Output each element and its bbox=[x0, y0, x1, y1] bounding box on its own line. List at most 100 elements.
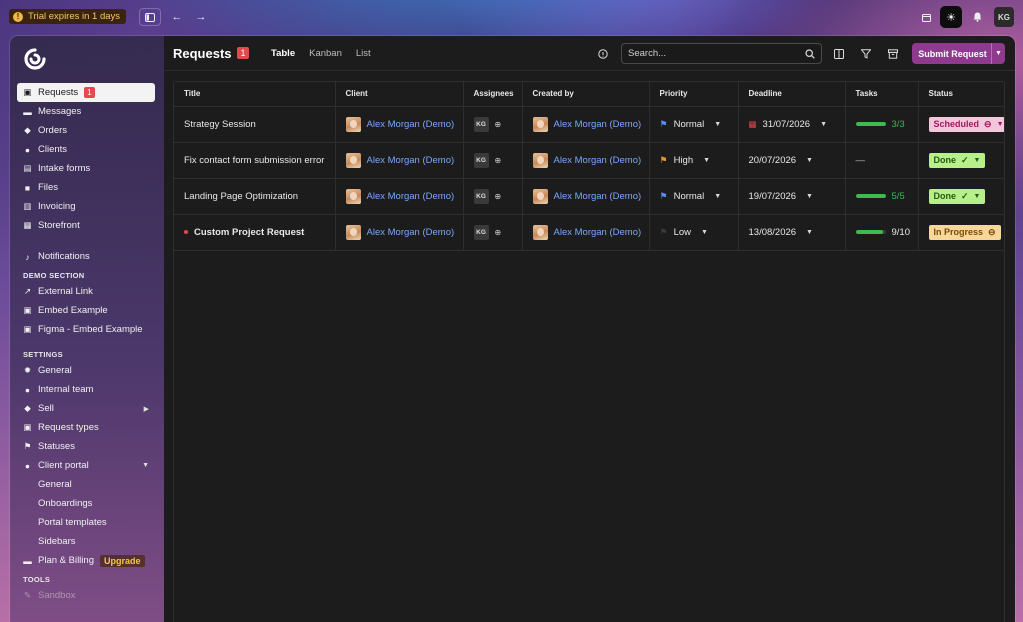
sidebar-subitem-onboardings[interactable]: Onboardings bbox=[17, 494, 155, 513]
deadline-cell[interactable]: 13/08/2026 ▼ bbox=[738, 214, 846, 251]
sidebar-item-statuses[interactable]: ⚑ Statuses bbox=[17, 437, 155, 456]
tab-kanban[interactable]: Kanban bbox=[309, 48, 342, 59]
priority-cell[interactable]: ⚑ High ▼ bbox=[649, 142, 739, 179]
deadline-cell[interactable]: 19/07/2026 ▼ bbox=[738, 178, 846, 215]
assignee-avatar[interactable]: KG bbox=[473, 152, 489, 168]
sidebar-item-external-link[interactable]: ↗ External Link bbox=[17, 282, 155, 301]
sidebar-item-client-portal[interactable]: ● Client portal ▼ bbox=[17, 456, 155, 475]
sidebar-item-messages[interactable]: ▬ Messages bbox=[17, 102, 155, 121]
sidebar-subitem-sidebars[interactable]: Sidebars bbox=[17, 532, 155, 551]
sidebar-subitem-portal-templates[interactable]: Portal templates bbox=[17, 513, 155, 532]
toggle-sidebar-button[interactable] bbox=[139, 8, 161, 26]
add-assignee-icon[interactable]: ⊕ bbox=[495, 192, 502, 201]
sidebar-item-requests[interactable]: ▣ Requests 1 bbox=[17, 83, 155, 102]
column-header-tasks[interactable]: Tasks bbox=[845, 82, 919, 107]
add-assignee-icon[interactable]: ⊕ bbox=[495, 228, 502, 237]
priority-flag-icon: ⚑ bbox=[659, 226, 668, 237]
deadline-cell[interactable]: ▦ 31/07/2026 ▼ bbox=[738, 106, 846, 143]
add-assignee-icon[interactable]: ⊕ bbox=[495, 156, 502, 165]
client-name[interactable]: Alex Morgan (Demo) bbox=[367, 119, 455, 130]
request-title[interactable]: Fix contact form submission error bbox=[174, 142, 336, 179]
submit-request-button[interactable]: Submit Request ▼ bbox=[912, 43, 1005, 64]
columns-button[interactable] bbox=[832, 47, 846, 61]
sidebar-item-invoicing[interactable]: ▥ Invoicing bbox=[17, 197, 155, 216]
sidebar-item-request-types[interactable]: ▣ Request types bbox=[17, 418, 155, 437]
sidebar-item-sell[interactable]: ◆ Sell ▶ bbox=[17, 399, 155, 418]
sidebar-item-figma-embed[interactable]: ▣ Figma - Embed Example bbox=[17, 320, 155, 339]
sidebar-item-plan-billing[interactable]: ▬ Plan & Billing Upgrade bbox=[17, 551, 155, 570]
status-badge[interactable]: In Progress ⊖ bbox=[928, 224, 1001, 240]
tab-table[interactable]: Table bbox=[271, 48, 295, 59]
table-row[interactable]: Fix contact form submission error Alex M… bbox=[174, 142, 1004, 179]
sidebar-item-sandbox[interactable]: ✎ Sandbox bbox=[17, 586, 155, 605]
client-name[interactable]: Alex Morgan (Demo) bbox=[367, 191, 455, 202]
client-name[interactable]: Alex Morgan (Demo) bbox=[367, 227, 455, 238]
status-cell[interactable]: Scheduled ⊖ ▼ bbox=[918, 106, 1004, 143]
column-header-status[interactable]: Status bbox=[918, 82, 1004, 107]
column-header-deadline[interactable]: Deadline bbox=[738, 82, 846, 107]
creator-name[interactable]: Alex Morgan (Demo) bbox=[554, 155, 642, 166]
notifications-button[interactable] bbox=[967, 7, 987, 27]
assignee-avatar[interactable]: KG bbox=[473, 188, 489, 204]
status-cell[interactable]: In Progress ⊖ bbox=[918, 214, 1004, 251]
priority-label: Normal bbox=[673, 190, 705, 202]
upgrade-badge[interactable]: Upgrade bbox=[99, 554, 145, 567]
help-button[interactable] bbox=[596, 47, 610, 61]
status-cell[interactable]: Done ✓ ▼ bbox=[918, 178, 1004, 215]
request-title[interactable]: Strategy Session bbox=[174, 106, 336, 143]
sidebar-item-clients[interactable]: ● Clients bbox=[17, 140, 155, 159]
sidebar-item-label: Invoicing bbox=[38, 201, 76, 212]
theme-toggle-button[interactable]: ☀ bbox=[940, 6, 962, 28]
sidebar-item-embed-example[interactable]: ▣ Embed Example bbox=[17, 301, 155, 320]
creator-name[interactable]: Alex Morgan (Demo) bbox=[554, 191, 642, 202]
table-row[interactable]: Strategy Session Alex Morgan (Demo) KG ⊕ … bbox=[174, 106, 1004, 143]
bell-icon: ♪ bbox=[25, 251, 30, 262]
chevron-down-icon: ▼ bbox=[703, 156, 711, 164]
created-by-cell: Alex Morgan (Demo) bbox=[522, 214, 650, 251]
column-header-title[interactable]: Title bbox=[174, 82, 336, 107]
add-assignee-icon[interactable]: ⊕ bbox=[495, 120, 502, 129]
column-header-client[interactable]: Client bbox=[335, 82, 464, 107]
status-badge[interactable]: Done ✓ ▼ bbox=[928, 188, 986, 204]
creator-name[interactable]: Alex Morgan (Demo) bbox=[554, 227, 642, 238]
deadline-cell[interactable]: 20/07/2026 ▼ bbox=[738, 142, 846, 179]
request-title[interactable]: Custom Project Request bbox=[194, 227, 304, 238]
assignee-avatar[interactable]: KG bbox=[473, 224, 489, 240]
sidebar-item-files[interactable]: ■ Files bbox=[17, 178, 155, 197]
calendar-button[interactable] bbox=[916, 7, 936, 27]
back-button[interactable]: ← bbox=[166, 8, 188, 26]
creator-name[interactable]: Alex Morgan (Demo) bbox=[554, 119, 642, 130]
sidebar-item-storefront[interactable]: ▦ Storefront bbox=[17, 216, 155, 235]
table-row[interactable]: Landing Page Optimization Alex Morgan (D… bbox=[174, 178, 1004, 215]
table-row[interactable]: Custom Project Request Alex Morgan (Demo… bbox=[174, 214, 1004, 251]
client-name[interactable]: Alex Morgan (Demo) bbox=[367, 155, 455, 166]
app-logo[interactable] bbox=[24, 48, 46, 70]
status-badge[interactable]: Done ✓ ▼ bbox=[928, 152, 986, 168]
tab-list[interactable]: List bbox=[356, 48, 371, 59]
sidebar-item-notifications[interactable]: ♪ Notifications bbox=[17, 247, 155, 266]
sidebar-item-internal-team[interactable]: ● Internal team bbox=[17, 380, 155, 399]
priority-cell[interactable]: ⚑ Normal ▼ bbox=[649, 178, 739, 215]
column-header-priority[interactable]: Priority bbox=[649, 82, 739, 107]
user-avatar[interactable]: KG bbox=[994, 7, 1014, 27]
priority-cell[interactable]: ⚑ Normal ▼ bbox=[649, 106, 739, 143]
priority-cell[interactable]: ⚑ Low ▼ bbox=[649, 214, 739, 251]
chevron-down-icon[interactable]: ▼ bbox=[991, 43, 1005, 64]
request-title-cell[interactable]: Custom Project Request bbox=[174, 214, 336, 251]
status-badge[interactable]: Scheduled ⊖ ▼ bbox=[928, 116, 1004, 132]
column-header-created-by[interactable]: Created by bbox=[522, 82, 650, 107]
archive-button[interactable] bbox=[886, 47, 900, 61]
forward-button[interactable]: → bbox=[190, 8, 212, 26]
column-header-assignees[interactable]: Assignees bbox=[463, 82, 523, 107]
request-title[interactable]: Landing Page Optimization bbox=[174, 178, 336, 215]
table-header-row: Title Client Assignees Created by Priori… bbox=[174, 82, 1004, 107]
search-input[interactable]: Search... bbox=[621, 43, 822, 64]
assignee-avatar[interactable]: KG bbox=[473, 116, 489, 132]
sidebar-item-general[interactable]: ✹ General bbox=[17, 361, 155, 380]
status-cell[interactable]: Done ✓ ▼ bbox=[918, 142, 1004, 179]
sidebar-item-intake-forms[interactable]: ▤ Intake forms bbox=[17, 159, 155, 178]
trial-banner[interactable]: ! Trial expires in 1 days bbox=[9, 9, 127, 24]
sidebar-subitem-portal-general[interactable]: General bbox=[17, 475, 155, 494]
filter-button[interactable] bbox=[859, 47, 873, 61]
sidebar-item-orders[interactable]: ◆ Orders bbox=[17, 121, 155, 140]
